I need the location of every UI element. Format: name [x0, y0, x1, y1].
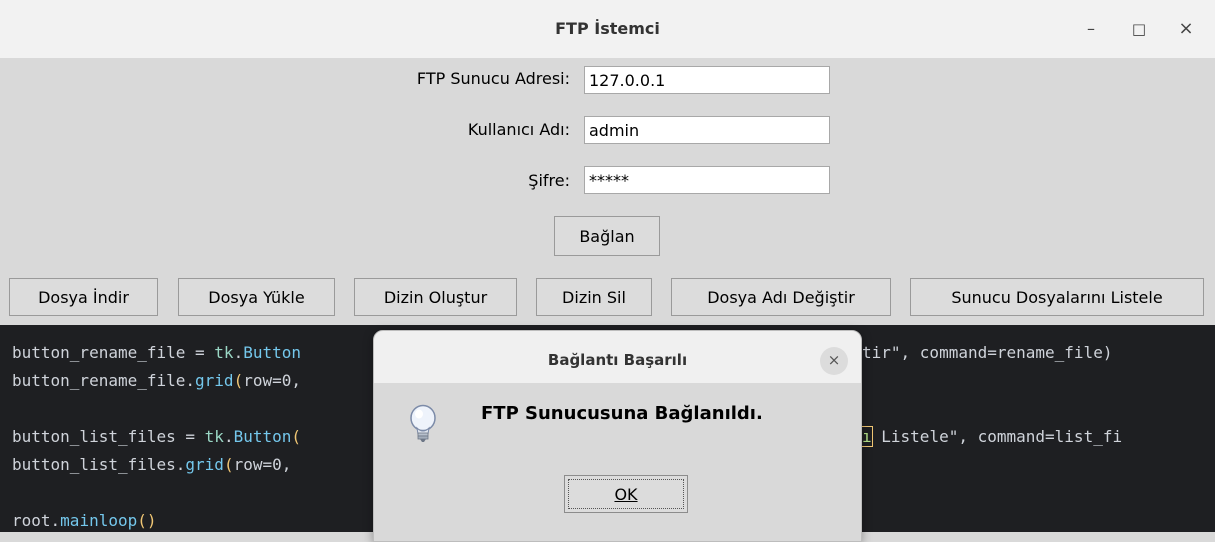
rename-file-button[interactable]: Dosya Adı Değiştir [671, 278, 891, 316]
list-server-files-button[interactable]: Sunucu Dosyalarını Listele [910, 278, 1204, 316]
code-line: button_rename_file.grid(row=0, [12, 371, 301, 390]
dialog-message: FTP Sunucusuna Bağlanıldı. [481, 403, 763, 424]
upload-file-button[interactable]: Dosya Yükle [178, 278, 335, 316]
code-line: button_list_files = tk.Button( [12, 427, 302, 446]
code-line-tail: ı Listele", command=list_fi [861, 426, 1123, 447]
minimize-icon[interactable]: – [1076, 14, 1106, 44]
password-label: Şifre: [528, 171, 570, 190]
username-label: Kullanıcı Adı: [467, 120, 570, 139]
code-line: root.mainloop() [12, 511, 157, 530]
window-title: FTP İstemci [555, 19, 660, 38]
close-icon[interactable]: × [1171, 14, 1201, 44]
dialog-body: FTP Sunucusuna Bağlanıldı. OK [374, 383, 861, 541]
server-address-label: FTP Sunucu Adresi: [416, 69, 570, 88]
dialog-title: Bağlantı Başarılı [547, 351, 688, 369]
connection-success-dialog: Bağlantı Başarılı × FTP Sunucusuna Bağla… [373, 330, 862, 542]
text-cursor: ı [861, 426, 873, 447]
server-address-input[interactable] [584, 66, 830, 94]
info-lightbulb-icon [408, 404, 438, 448]
connect-button[interactable]: Bağlan [554, 216, 660, 256]
code-line-tail: tir", command=rename_file) [862, 343, 1113, 362]
dialog-close-icon[interactable]: × [820, 347, 848, 375]
password-input[interactable] [584, 166, 830, 194]
download-file-button[interactable]: Dosya İndir [9, 278, 158, 316]
window-titlebar: FTP İstemci – □ × [0, 0, 1215, 58]
code-line: button_list_files.grid(row=0, [12, 455, 292, 474]
create-directory-button[interactable]: Dizin Oluştur [354, 278, 517, 316]
maximize-icon[interactable]: □ [1124, 14, 1154, 44]
code-line: button_rename_file = tk.Button [12, 343, 301, 362]
ok-button[interactable]: OK [564, 475, 688, 513]
ok-button-label: OK [614, 485, 638, 504]
username-input[interactable] [584, 116, 830, 144]
delete-directory-button[interactable]: Dizin Sil [536, 278, 652, 316]
